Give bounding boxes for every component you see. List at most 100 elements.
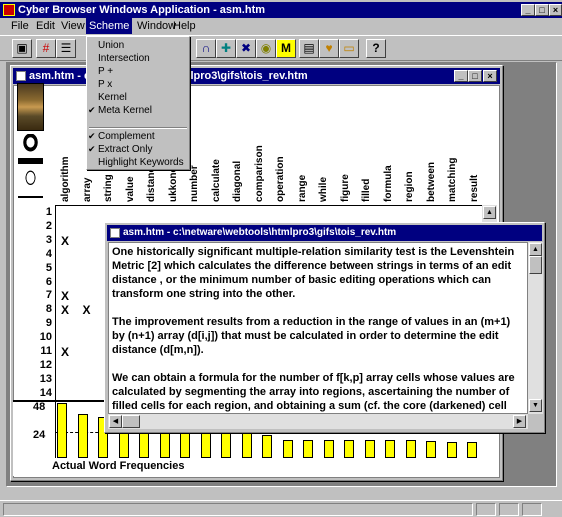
cross-icon[interactable]: ✖ [236, 39, 256, 58]
keyword-header[interactable]: formula [382, 116, 396, 202]
popup-hscroll-thumb[interactable] [122, 415, 140, 428]
scheme-menu-item[interactable]: ✔ Complement [87, 130, 189, 143]
frequency-bar [467, 442, 477, 458]
occurrence-mark: X [61, 345, 70, 359]
list-icon[interactable]: ☰ [56, 39, 76, 58]
keyword-header[interactable]: calculate [210, 116, 224, 202]
keyword-header[interactable]: filled [360, 116, 374, 202]
grid-row-axis [55, 205, 56, 400]
frequency-bar [323, 440, 334, 458]
menu-separator [89, 127, 187, 129]
keyword-header[interactable]: diagonal [231, 116, 245, 202]
status-pane-main [3, 503, 473, 516]
checkmark-icon: ✔ [88, 105, 96, 115]
arch-icon[interactable]: ∩ [196, 39, 216, 58]
occurrence-mark: X [82, 303, 91, 318]
keyword-header[interactable]: matching [446, 116, 460, 202]
app-title: Cyber Browser Windows Application - asm.… [18, 4, 266, 16]
keyword-header[interactable]: algorithm [59, 116, 73, 202]
popup-paragraph-2: The improvement results from a reduction… [112, 316, 511, 356]
m-icon[interactable]: M [276, 39, 296, 58]
popup-scroll-up-icon[interactable]: ▲ [529, 243, 542, 256]
row-number: 3 [45, 233, 52, 246]
frequency-bar [364, 440, 375, 458]
keyword-header[interactable]: region [403, 116, 417, 202]
popup-vscroll[interactable]: ▲ ▼ [528, 242, 543, 414]
popup-paragraph-3: We can obtain a formula for the number o… [112, 372, 515, 412]
help-icon[interactable]: ? [366, 39, 386, 58]
popup-text-area: One historically significant multiple-re… [108, 242, 528, 414]
popup-hscroll[interactable]: ◀ ▶ [108, 414, 528, 429]
scheme-menu-item[interactable]: P x [87, 78, 189, 91]
popup-scroll-down-icon[interactable]: ▼ [529, 399, 542, 412]
heart-icon[interactable]: ♥ [319, 39, 339, 58]
row-number: 1 [45, 206, 52, 218]
scheme-menu-item[interactable]: ✔ Meta Kernel [87, 104, 189, 117]
popup-scroll-thumb[interactable] [529, 256, 542, 274]
status-pane-2 [499, 503, 519, 516]
menu-help[interactable]: Help [170, 18, 199, 34]
child-scroll-up-icon[interactable]: ▲ [483, 206, 496, 219]
menu-file[interactable]: File [8, 18, 32, 34]
portrait-thumbnail-2 [18, 134, 43, 164]
keyword-header[interactable]: figure [339, 116, 353, 202]
keyword-header[interactable]: comparison [253, 116, 267, 202]
popup-title: asm.htm - c:\netware\webtools\htmlpro3\g… [123, 227, 397, 238]
scheme-menu-item[interactable]: Union [87, 39, 189, 52]
plus-icon[interactable]: ✚ [216, 39, 236, 58]
open-icon[interactable]: ▣ [12, 39, 32, 58]
row-number: 10 [39, 331, 52, 344]
shield-icon[interactable]: ◉ [256, 39, 276, 58]
popup-scroll-right-icon[interactable]: ▶ [513, 415, 526, 428]
keyword-header[interactable]: range [296, 116, 310, 202]
scheme-menu-item[interactable]: Kernel [87, 91, 189, 104]
child-minimize-button[interactable]: _ [454, 70, 468, 82]
occurrence-mark: X [61, 289, 70, 304]
row-number: 9 [45, 317, 52, 330]
scheme-menu-item[interactable]: Intersection [87, 52, 189, 65]
popup-scroll-left-icon[interactable]: ◀ [109, 415, 122, 428]
row-number: 7 [45, 289, 52, 302]
row-number: 6 [45, 275, 52, 288]
popup-window: asm.htm - c:\netware\webtools\htmlpro3\g… [104, 222, 545, 433]
menu-edit[interactable]: Edit [33, 18, 58, 34]
close-button[interactable]: × [549, 4, 562, 16]
menubar: File Edit View Scheme Window Help [0, 18, 562, 35]
scheme-menu-label: Kernel [98, 92, 127, 103]
folder-icon[interactable]: ▭ [339, 39, 359, 58]
child-close-button[interactable]: × [483, 70, 497, 82]
frequency-bar [221, 430, 231, 458]
keyword-header[interactable]: while [317, 116, 331, 202]
scheme-menu-label: Highlight Keywords [98, 157, 184, 168]
app-titlebar[interactable]: Cyber Browser Windows Application - asm.… [0, 2, 562, 18]
maximize-button[interactable]: □ [535, 4, 549, 16]
child-icon [16, 71, 26, 81]
menu-view[interactable]: View [58, 18, 88, 34]
frequency-label: Actual Word Frequencies [52, 460, 185, 472]
menu-scheme[interactable]: Scheme [86, 18, 133, 34]
scheme-menu-item[interactable]: P + [87, 65, 189, 78]
scheme-menu-item[interactable]: ✔ Extract Only [87, 143, 189, 156]
keyword-header[interactable]: between [425, 116, 439, 202]
scheme-menu-label: Union [98, 40, 125, 51]
frequency-axis [55, 401, 56, 458]
popup-titlebar[interactable]: asm.htm - c:\netware\webtools\htmlpro3\g… [107, 225, 542, 241]
frequency-bar [426, 441, 436, 458]
status-pane-3 [522, 503, 542, 516]
frequency-bar [446, 442, 457, 458]
scheme-dropdown: Union Intersection P + P x Kernel ✔ Meta Kerne… [86, 36, 190, 170]
popup-icon [110, 228, 120, 238]
child-maximize-button[interactable]: □ [468, 70, 482, 82]
row-number: 8 [45, 303, 52, 316]
keyword-header[interactable]: number [188, 116, 202, 202]
keyword-header[interactable]: result [468, 116, 482, 202]
scheme-menu-item[interactable]: Highlight Keywords [87, 156, 189, 169]
minimize-button[interactable]: _ [521, 4, 535, 16]
child-title-prefix: asm.htm - c [29, 70, 91, 82]
keyword-header[interactable]: operation [274, 116, 288, 202]
frequency-bar [77, 414, 88, 458]
scheme-menu-label: P x [98, 79, 113, 90]
grid-icon[interactable]: # [36, 39, 56, 58]
window-icon[interactable]: ▤ [299, 39, 319, 58]
portrait-thumbnail-3 [18, 168, 43, 198]
